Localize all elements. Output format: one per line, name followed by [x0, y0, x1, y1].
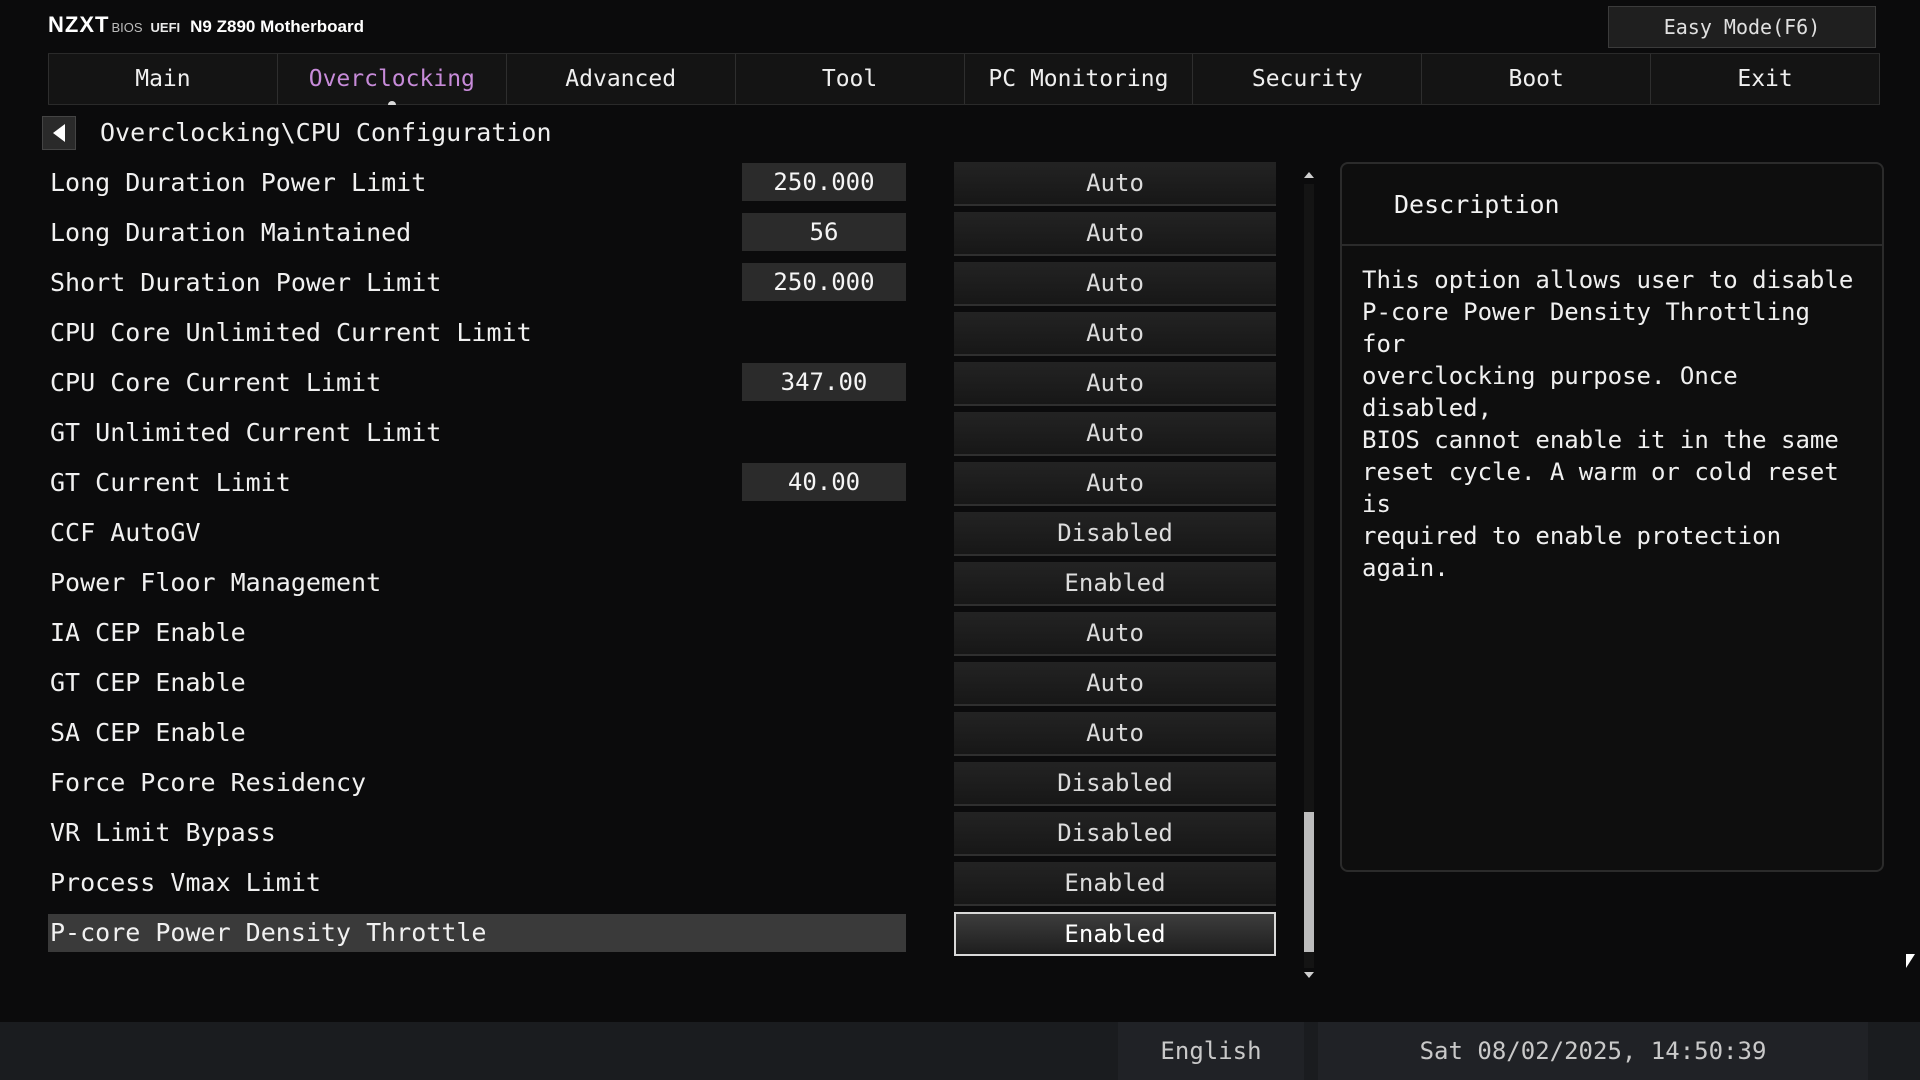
setting-row[interactable]: CCF AutoGV Disabled [48, 510, 1278, 560]
setting-row[interactable]: CPU Core Current Limit 347.00 Auto [48, 360, 1278, 410]
setting-row[interactable]: GT CEP Enable Auto [48, 660, 1278, 710]
description-text: This option allows user to disable P-cor… [1362, 266, 1854, 582]
value-field[interactable]: 56 [742, 213, 906, 251]
value-field[interactable]: 40.00 [742, 463, 906, 501]
tab-main[interactable]: Main [48, 54, 278, 104]
setting-label: Force Pcore Residency [50, 768, 367, 797]
date-time: Sat 08/02/2025, 14:50:39 [1318, 1022, 1868, 1080]
setting-label: VR Limit Bypass [50, 818, 276, 847]
scrollbar[interactable] [1298, 168, 1320, 984]
setting-row[interactable]: Process Vmax Limit Enabled [48, 860, 1278, 910]
scrollbar-track[interactable] [1304, 184, 1314, 968]
option-select[interactable]: Enabled [954, 562, 1276, 606]
description-title: Description [1342, 164, 1882, 246]
mouse-cursor-icon [1906, 954, 1915, 968]
tab-pc-monitoring[interactable]: PC Monitoring [964, 54, 1194, 104]
option-select[interactable]: Auto [954, 612, 1276, 656]
option-select[interactable]: Auto [954, 162, 1276, 206]
option-select[interactable]: Auto [954, 212, 1276, 256]
tab-security[interactable]: Security [1193, 54, 1423, 104]
option-select[interactable]: Enabled [954, 862, 1276, 906]
setting-row[interactable]: Short Duration Power Limit 250.000 Auto [48, 260, 1278, 310]
bios-screen: NZXT BIOS UEFI N9 Z890 Motherboard Easy … [0, 0, 1920, 1080]
option-select[interactable]: Auto [954, 312, 1276, 356]
breadcrumb: Overclocking\CPU Configuration [100, 118, 552, 147]
value-field[interactable]: 250.000 [742, 163, 906, 201]
status-bar: English Sat 08/02/2025, 14:50:39 [0, 1022, 1920, 1080]
scroll-up-arrow-icon[interactable] [1304, 172, 1314, 178]
back-button[interactable] [42, 116, 76, 150]
setting-row[interactable]: Long Duration Maintained 56 Auto [48, 210, 1278, 260]
setting-row[interactable]: Long Duration Power Limit 250.000 Auto [48, 160, 1278, 210]
setting-label: GT Unlimited Current Limit [50, 418, 442, 447]
value-field[interactable]: 347.00 [742, 363, 906, 401]
setting-label: Power Floor Management [50, 568, 382, 597]
easy-mode-button[interactable]: Easy Mode(F6) [1608, 6, 1876, 48]
setting-row[interactable]: SA CEP Enable Auto [48, 710, 1278, 760]
setting-row[interactable]: GT Current Limit 40.00 Auto [48, 460, 1278, 510]
option-select[interactable]: Auto [954, 362, 1276, 406]
main-tabs: Main Overclocking Advanced Tool PC Monit… [48, 53, 1880, 105]
setting-label: Process Vmax Limit [50, 868, 321, 897]
setting-row[interactable]: VR Limit Bypass Disabled [48, 810, 1278, 860]
tab-advanced[interactable]: Advanced [506, 54, 736, 104]
uefi-label: UEFI [150, 20, 181, 35]
setting-row-selected[interactable]: P-core Power Density Throttle Enabled [48, 910, 1278, 960]
tab-exit[interactable]: Exit [1651, 54, 1880, 104]
setting-row[interactable]: CPU Core Unlimited Current Limit Auto [48, 310, 1278, 360]
setting-label: IA CEP Enable [50, 618, 246, 647]
option-select[interactable]: Enabled [954, 912, 1276, 956]
setting-label: CCF AutoGV [50, 518, 201, 547]
setting-row[interactable]: IA CEP Enable Auto [48, 610, 1278, 660]
nzxt-logo: NZXT [48, 12, 110, 37]
setting-row[interactable]: GT Unlimited Current Limit Auto [48, 410, 1278, 460]
bios-label: BIOS [111, 20, 143, 35]
setting-row[interactable]: Power Floor Management Enabled [48, 560, 1278, 610]
option-select[interactable]: Auto [954, 262, 1276, 306]
setting-label: CPU Core Unlimited Current Limit [50, 318, 532, 347]
option-select[interactable]: Auto [954, 712, 1276, 756]
setting-label: GT CEP Enable [50, 668, 246, 697]
scrollbar-thumb[interactable] [1304, 812, 1314, 952]
option-select[interactable]: Auto [954, 662, 1276, 706]
tab-overclocking[interactable]: Overclocking [277, 54, 507, 104]
brand-header: NZXT BIOS UEFI N9 Z890 Motherboard [48, 12, 364, 40]
scroll-down-arrow-icon[interactable] [1304, 972, 1314, 978]
option-select[interactable]: Auto [954, 462, 1276, 506]
language-selector[interactable]: English [1118, 1022, 1304, 1080]
value-field[interactable]: 250.000 [742, 263, 906, 301]
tab-boot[interactable]: Boot [1422, 54, 1652, 104]
option-select[interactable]: Disabled [954, 812, 1276, 856]
option-select[interactable]: Disabled [954, 762, 1276, 806]
model-name: N9 Z890 Motherboard [190, 17, 364, 36]
option-select[interactable]: Auto [954, 412, 1276, 456]
setting-label: P-core Power Density Throttle [48, 914, 906, 952]
option-select[interactable]: Disabled [954, 512, 1276, 556]
description-panel: Description This option allows user to d… [1340, 162, 1884, 872]
setting-row[interactable]: Force Pcore Residency Disabled [48, 760, 1278, 810]
back-arrow-icon [53, 124, 65, 142]
settings-list: Long Duration Power Limit 250.000 Auto L… [48, 160, 1278, 960]
tab-tool[interactable]: Tool [735, 54, 965, 104]
setting-label: SA CEP Enable [50, 718, 246, 747]
